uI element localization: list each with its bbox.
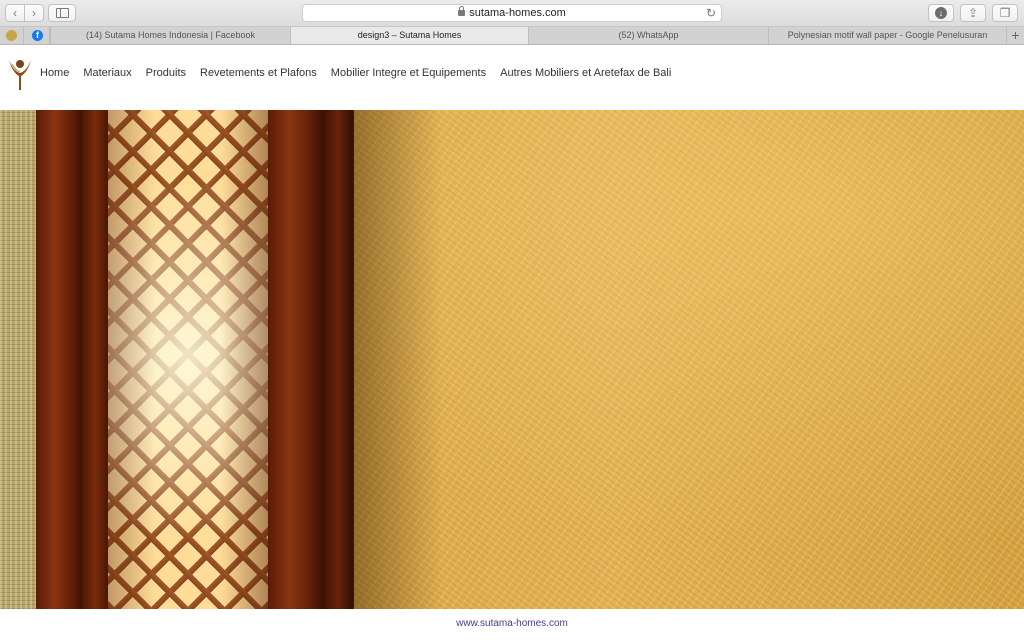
- sidebar-icon: [56, 8, 69, 18]
- lattice-shadow: [352, 110, 442, 609]
- plus-icon: +: [1011, 27, 1020, 43]
- menu-item-mobilier-integre[interactable]: Mobilier Integre et Equipements: [331, 67, 486, 79]
- tab-whatsapp[interactable]: (52) WhatsApp: [528, 27, 768, 44]
- woven-mat-panel: [0, 110, 36, 609]
- tab-facebook[interactable]: (14) Sutama Homes Indonesia | Facebook: [50, 27, 290, 44]
- lock-icon: [458, 6, 466, 16]
- sutama-logo-icon[interactable]: [7, 56, 33, 92]
- chevron-left-icon: ‹: [13, 6, 17, 20]
- tabs-icon: ❐: [999, 6, 1011, 20]
- sidebar-toggle-button[interactable]: [48, 4, 76, 22]
- downloads-button[interactable]: ↓: [928, 4, 954, 22]
- hero-image: [0, 110, 1024, 609]
- pinned-tab[interactable]: [0, 27, 24, 44]
- site-favicon-icon: [6, 30, 17, 41]
- wood-frame-post: [268, 110, 322, 609]
- download-icon: ↓: [935, 7, 947, 19]
- tab-google-search[interactable]: Polynesian motif wall paper - Google Pen…: [768, 27, 1006, 44]
- tab-overview-button[interactable]: ❐: [992, 4, 1018, 22]
- wood-frame-post: [322, 110, 354, 609]
- reload-icon[interactable]: ↻: [706, 5, 716, 21]
- menu-item-revetements[interactable]: Revetements et Plafons: [200, 67, 317, 79]
- footer-website-link[interactable]: www.sutama-homes.com: [456, 618, 568, 629]
- menu-item-autres-mobiliers[interactable]: Autres Mobiliers et Aretefax de Bali: [500, 67, 671, 79]
- new-tab-button[interactable]: +: [1006, 27, 1024, 44]
- wood-frame-post: [36, 110, 82, 609]
- facebook-icon: f: [32, 30, 43, 41]
- tab-bar: f (14) Sutama Homes Indonesia | Facebook…: [0, 27, 1024, 45]
- address-bar[interactable]: sutama-homes.com ↻: [302, 4, 722, 22]
- menu-item-produits[interactable]: Produits: [146, 67, 186, 79]
- site-footer: www.sutama-homes.com: [0, 609, 1024, 640]
- share-icon: ⇪: [967, 6, 979, 20]
- wood-lattice-screen: [108, 110, 268, 609]
- menu-item-materiaux[interactable]: Materiaux: [83, 67, 131, 79]
- wood-frame-post: [82, 110, 108, 609]
- share-button[interactable]: ⇪: [960, 4, 986, 22]
- browser-toolbar: ‹ › sutama-homes.com ↻ ↓ ⇪ ❐: [0, 0, 1024, 27]
- url-text: sutama-homes.com: [469, 7, 566, 19]
- site-header: Home Materiaux Produits Revetements et P…: [0, 45, 1024, 110]
- main-menu: Home Materiaux Produits Revetements et P…: [40, 67, 685, 79]
- forward-button[interactable]: ›: [24, 4, 44, 22]
- tab-design3[interactable]: design3 – Sutama Homes: [290, 27, 528, 44]
- chevron-right-icon: ›: [32, 6, 36, 20]
- back-button[interactable]: ‹: [5, 4, 25, 22]
- pinned-tab-facebook[interactable]: f: [26, 27, 50, 44]
- menu-item-home[interactable]: Home: [40, 67, 69, 79]
